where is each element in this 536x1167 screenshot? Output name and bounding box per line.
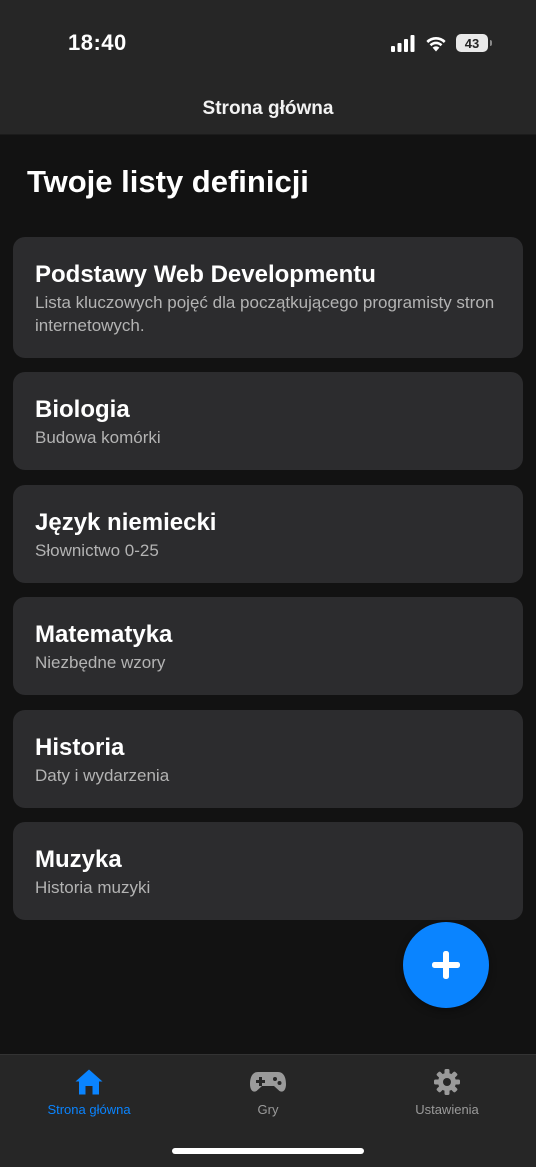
gamepad-icon (250, 1072, 286, 1092)
status-time: 18:40 (68, 30, 127, 55)
tab-label: Ustawienia (415, 1102, 479, 1117)
battery-level: 43 (464, 35, 480, 51)
list-card-subtitle: Historia muzyki (35, 878, 151, 897)
list-card-title: Podstawy Web Developmentu (35, 261, 376, 288)
navigation-bar: Strona główna (0, 86, 536, 135)
status-icons: 43 (390, 32, 492, 54)
list-card-subtitle: Budowa komórki (35, 428, 161, 447)
list-card-web-development[interactable]: Podstawy Web Developmentu Lista kluczowy… (13, 237, 523, 358)
cellular-signal-icon (391, 35, 415, 52)
battery-icon: 43 (456, 34, 492, 52)
tab-games[interactable]: Gry (193, 1067, 343, 1117)
list-card-historia[interactable]: Historia Daty i wydarzenia (13, 710, 523, 808)
list-card-title: Język niemiecki (35, 509, 217, 536)
add-list-button[interactable] (403, 922, 489, 1008)
list-card-subtitle: Niezbędne wzory (35, 653, 166, 672)
nav-title: Strona główna (202, 98, 334, 119)
plus-icon (432, 951, 460, 979)
list-card-subtitle: Daty i wydarzenia (35, 766, 170, 785)
tab-label: Gry (257, 1102, 279, 1117)
list-card-title: Matematyka (35, 621, 173, 648)
page-title: Twoje listy definicji (27, 164, 309, 199)
list-card-title: Muzyka (35, 846, 122, 873)
list-card-subtitle: Słownictwo 0-25 (35, 541, 159, 560)
list-card-subtitle: Lista kluczowych pojęć dla początkująceg… (35, 293, 495, 335)
home-indicator (172, 1148, 364, 1154)
list-card-title: Historia (35, 734, 125, 761)
list-card-muzyka[interactable]: Muzyka Historia muzyki (13, 822, 523, 920)
tab-settings[interactable]: Ustawienia (372, 1067, 522, 1117)
list-card-matematyka[interactable]: Matematyka Niezbędne wzory (13, 597, 523, 695)
home-icon (75, 1069, 103, 1095)
list-card-jezyk-niemiecki[interactable]: Język niemiecki Słownictwo 0-25 (13, 485, 523, 583)
list-card-biologia[interactable]: Biologia Budowa komórki (13, 372, 523, 470)
tab-label: Strona główna (47, 1102, 131, 1117)
status-bar: 18:40 43 (0, 0, 536, 86)
gear-icon (434, 1069, 460, 1095)
tab-home[interactable]: Strona główna (14, 1067, 164, 1117)
wifi-icon (426, 36, 446, 52)
list-card-title: Biologia (35, 396, 130, 423)
